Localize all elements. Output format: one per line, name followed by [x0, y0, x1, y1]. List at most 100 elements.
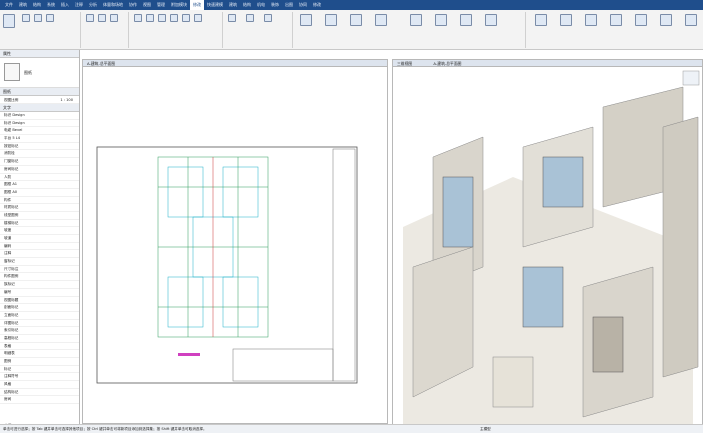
modify-icon[interactable] — [3, 14, 15, 28]
browser-item[interactable]: 注释 — [0, 250, 79, 259]
tool-1-icon[interactable] — [300, 14, 312, 26]
tool-5-icon[interactable] — [410, 14, 422, 26]
browser-item[interactable]: 构件 — [0, 197, 79, 205]
ribbon-tab[interactable]: 分析 — [86, 0, 100, 10]
tool-12-icon[interactable] — [610, 14, 622, 26]
browser-item[interactable]: 图框 A0 — [0, 189, 79, 197]
tool-14-icon[interactable] — [660, 14, 672, 26]
ribbon-tab[interactable]: 视图 — [140, 0, 154, 10]
browser-item[interactable]: 人防 — [0, 174, 79, 182]
browser-item[interactable]: 房间标记 — [0, 166, 79, 174]
browser-item[interactable]: 材质标记 — [0, 204, 79, 212]
browser-item[interactable]: 标识 Design — [0, 120, 79, 128]
align-icon[interactable] — [134, 14, 142, 22]
browser-item[interactable]: 线型图例 — [0, 212, 79, 220]
ribbon-tab[interactable]: 机电 — [254, 0, 268, 10]
tool-9-icon[interactable] — [535, 14, 547, 26]
ribbon-tab[interactable]: 出图 — [282, 0, 296, 10]
ribbon-tab[interactable]: 附加模块 — [168, 0, 190, 10]
ribbon-tab[interactable]: 结构 — [30, 0, 44, 10]
browser-item[interactable]: 坡道 — [0, 235, 79, 243]
model-view[interactable]: 三维视图 A-建筑-总平面图 — [392, 59, 703, 424]
browser-item[interactable]: 族标记 — [0, 281, 79, 289]
move-icon[interactable] — [170, 14, 178, 22]
viewcube-icon[interactable] — [682, 70, 700, 86]
tool-2-icon[interactable] — [325, 14, 337, 26]
browser-item[interactable]: 风格 — [0, 381, 79, 389]
tool-7-icon[interactable] — [460, 14, 472, 26]
browser-item[interactable]: 房间 — [0, 396, 79, 405]
browser-item[interactable]: 索引标记 — [0, 327, 79, 335]
scale-value[interactable]: 1 : 100 — [60, 96, 73, 103]
model-view-tab-1[interactable]: 三维视图 — [397, 61, 412, 66]
glass-door-1 — [542, 156, 584, 208]
trim-icon[interactable] — [194, 14, 202, 22]
browser-item[interactable]: 图例 — [0, 358, 79, 366]
create-icon[interactable] — [264, 14, 272, 22]
browser-item[interactable]: 编码 — [0, 243, 79, 251]
tool-11-icon[interactable] — [585, 14, 597, 26]
sheet-view[interactable]: A-建筑-总平面图 — [82, 59, 388, 424]
tool-8-icon[interactable] — [485, 14, 497, 26]
ribbon-tab[interactable]: 系统 — [44, 0, 58, 10]
browser-item[interactable]: 剖面标记 — [0, 304, 79, 312]
ribbon-tab[interactable]: 管理 — [154, 0, 168, 10]
tool-13-icon[interactable] — [635, 14, 647, 26]
measure-icon[interactable] — [246, 14, 254, 22]
copy-icon[interactable] — [46, 14, 54, 22]
browser-item[interactable]: 编号 — [0, 289, 79, 297]
ribbon-tab[interactable]: 修改 — [310, 0, 324, 10]
ribbon-tab[interactable]: 文件 — [2, 0, 16, 10]
mirror-icon[interactable] — [158, 14, 166, 22]
browser-item[interactable]: 坡度 — [0, 227, 79, 235]
browser-item[interactable]: 构件图例 — [0, 273, 79, 282]
sheet-canvas[interactable] — [83, 67, 387, 424]
browser-item[interactable]: 电缆 Bevel — [0, 127, 79, 136]
browser-item[interactable]: 图框 A1 — [0, 181, 79, 189]
tool-10-icon[interactable] — [560, 14, 572, 26]
browser-item[interactable]: 高程标记 — [0, 335, 79, 343]
browser-item[interactable]: 标识 Design — [0, 112, 79, 120]
browser-item[interactable]: 表格 — [0, 343, 79, 351]
ribbon-tab[interactable]: 注释 — [72, 0, 86, 10]
browser-item[interactable]: 楼梯标记 — [0, 220, 79, 228]
type-selector[interactable]: 图纸 — [24, 70, 32, 76]
ribbon-tab[interactable]: 协作 — [126, 0, 140, 10]
model-view-tab-2[interactable]: A-建筑-总平面图 — [433, 61, 461, 66]
ribbon-tab[interactable]: 插入 — [58, 0, 72, 10]
match-icon[interactable] — [86, 14, 94, 22]
offset-icon[interactable] — [146, 14, 154, 22]
ribbon-tab[interactable]: 修改 — [190, 0, 204, 10]
model-canvas[interactable] — [393, 67, 702, 424]
ribbon-tab[interactable]: 建筑 — [16, 0, 30, 10]
cope-icon[interactable] — [98, 14, 106, 22]
ribbon-tab[interactable]: 体量和场地 — [100, 0, 126, 10]
browser-item[interactable]: 结构标记 — [0, 389, 79, 397]
paste-icon[interactable] — [22, 14, 30, 22]
ribbon-tab[interactable]: 结构 — [240, 0, 254, 10]
browser-item[interactable]: 注释符号 — [0, 373, 79, 382]
cut-geometry-icon[interactable] — [110, 14, 118, 22]
browser-item[interactable]: 标记 — [0, 366, 79, 374]
ribbon-tab[interactable]: 快速建模 — [204, 0, 226, 10]
browser-item[interactable]: 立面标记 — [0, 312, 79, 320]
browser-item[interactable]: 详图标记 — [0, 320, 79, 328]
browser-item[interactable]: 明细表 — [0, 350, 79, 358]
tool-15-icon[interactable] — [685, 14, 697, 26]
browser-item[interactable]: 门窗标记 — [0, 158, 79, 166]
browser-item[interactable]: 窗标记 — [0, 258, 79, 266]
browser-item[interactable]: 按钮标记 — [0, 143, 79, 151]
browser-item[interactable]: 尺寸标注 — [0, 266, 79, 274]
browser-item[interactable]: 消防栓 — [0, 150, 79, 159]
ribbon-tab[interactable]: 装饰 — [268, 0, 282, 10]
browser-item[interactable]: 视图标题 — [0, 297, 79, 305]
ribbon-tab[interactable]: 协同 — [296, 0, 310, 10]
tool-3-icon[interactable] — [350, 14, 362, 26]
view-icon[interactable] — [228, 14, 236, 22]
tool-6-icon[interactable] — [435, 14, 447, 26]
rotate-icon[interactable] — [182, 14, 190, 22]
cut-icon[interactable] — [34, 14, 42, 22]
tool-4-icon[interactable] — [375, 14, 387, 26]
ribbon-tab[interactable]: 建筑 — [226, 0, 240, 10]
browser-item[interactable]: 平台 5 L4 — [0, 135, 79, 143]
